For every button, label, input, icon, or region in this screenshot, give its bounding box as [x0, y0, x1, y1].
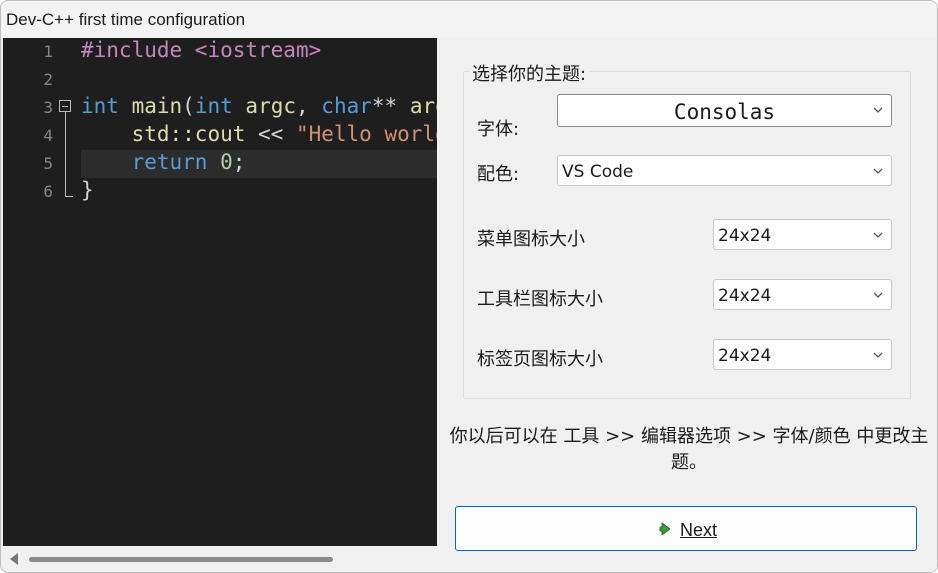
horizontal-scrollbar[interactable]: [3, 547, 437, 571]
menu-icon-size-value: 24x24: [718, 226, 772, 246]
scrollbar-thumb[interactable]: [29, 557, 333, 562]
code-line: int main(int argc, char** argv) {: [81, 94, 437, 118]
code-line: #include <iostream>: [81, 38, 321, 62]
fold-collapse-icon[interactable]: [59, 100, 71, 112]
color-label: 配色:: [477, 164, 520, 185]
next-button[interactable]: Next: [455, 506, 917, 551]
code-token: **: [371, 94, 410, 118]
tab-icon-size-label: 标签页图标大小: [477, 349, 603, 370]
code-token: argc: [245, 94, 296, 118]
chevron-down-icon: [873, 292, 883, 298]
toolbar-icon-size-select[interactable]: 24x24: [713, 279, 892, 310]
code-token: return: [131, 150, 208, 174]
code-token: ;: [232, 150, 246, 174]
code-token: ,: [296, 94, 322, 118]
line-number: 4: [43, 126, 53, 145]
chevron-down-icon: [873, 168, 883, 174]
title-bar: Dev-C++ first time configuration: [1, 1, 937, 37]
code-line: }: [81, 178, 94, 202]
code-line: std::cout << "Hello world\n";: [81, 122, 437, 146]
code-token: int: [81, 94, 119, 118]
font-select[interactable]: Consolas: [557, 94, 892, 127]
chevron-down-icon: [873, 352, 883, 358]
code-token: 0: [220, 150, 233, 174]
chevron-down-icon: [873, 107, 883, 113]
menu-icon-size-label: 菜单图标大小: [477, 229, 585, 250]
fold-guide: [65, 112, 66, 196]
toolbar-icon-size-label: 工具栏图标大小: [477, 289, 603, 310]
window-title: Dev-C++ first time configuration: [6, 10, 246, 29]
line-number: 2: [43, 70, 53, 89]
next-button-label: Next: [680, 520, 718, 540]
code-token: main: [131, 94, 183, 118]
chevron-down-icon: [873, 232, 883, 238]
code-token: "Hello world\n": [295, 122, 437, 146]
code-token: <iostream>: [194, 38, 322, 62]
theme-group-title: 选择你的主题:: [469, 60, 590, 86]
chevron-right-green-icon: [659, 522, 671, 536]
line-number: 1: [43, 42, 53, 61]
code-token: (: [182, 94, 195, 118]
tab-icon-size-select[interactable]: 24x24: [713, 339, 892, 370]
code-preview: 1 2 3 4 5 6 #include <iostream> int main(…: [3, 38, 437, 546]
code-token: <<: [245, 122, 296, 146]
code-line: return 0;: [81, 150, 246, 174]
line-number: 3: [43, 98, 53, 117]
line-number: 5: [43, 154, 53, 173]
code-token: std::: [81, 122, 195, 146]
fold-end-marker: [65, 196, 73, 197]
font-select-value: Consolas: [673, 100, 776, 124]
code-token: cout: [194, 122, 246, 146]
toolbar-icon-size-value: 24x24: [718, 286, 772, 306]
tab-icon-size-value: 24x24: [718, 346, 772, 366]
code-token: }: [81, 178, 94, 202]
line-number: 6: [43, 182, 53, 201]
color-scheme-select[interactable]: VS Code: [557, 155, 892, 186]
code-token: char: [321, 94, 372, 118]
code-token: int: [194, 94, 233, 118]
code-token: argv: [409, 94, 437, 118]
scroll-left-icon[interactable]: [10, 553, 18, 565]
theme-settings-panel: 选择你的主题: 字体: Consolas 配色: VS Code 菜单图标大小 …: [437, 38, 937, 572]
code-token: #include: [81, 38, 195, 62]
config-window: Dev-C++ first time configuration 1 2 3 4…: [0, 0, 938, 573]
color-scheme-value: VS Code: [562, 162, 634, 182]
hint-text: 你以后可以在 工具 >> 编辑器选项 >> 字体/颜色 中更改主题。: [449, 426, 929, 473]
menu-icon-size-select[interactable]: 24x24: [713, 219, 892, 250]
font-label: 字体:: [477, 119, 520, 140]
line-number-gutter: 1 2 3 4 5 6: [3, 38, 59, 546]
